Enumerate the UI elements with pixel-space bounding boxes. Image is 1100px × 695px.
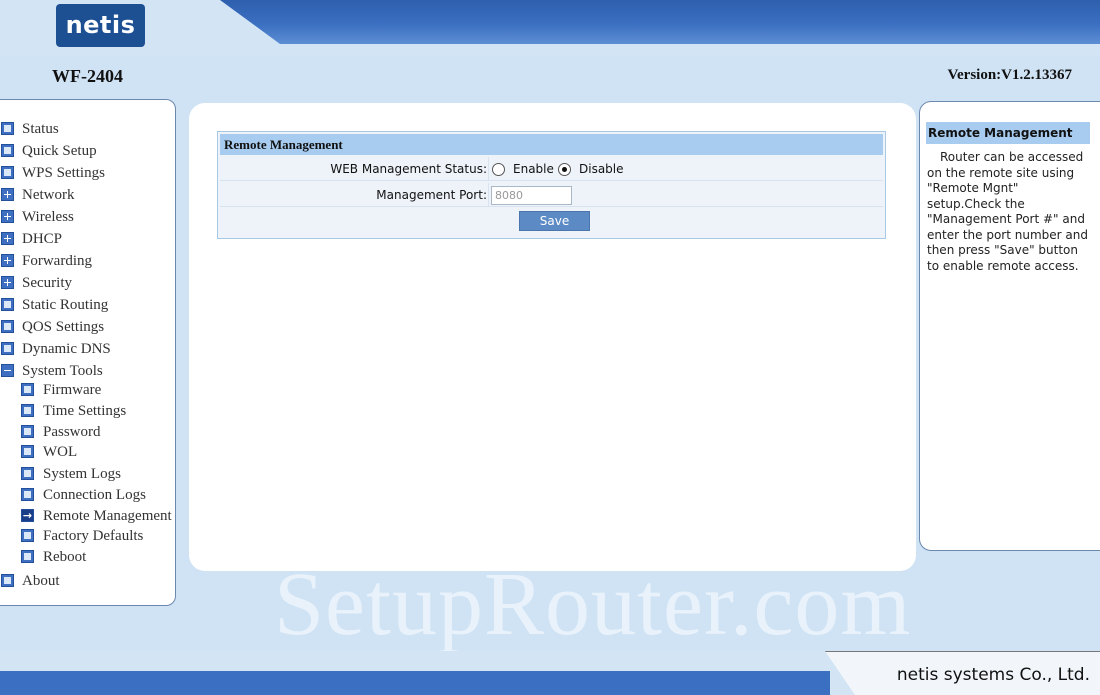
footer-bar — [0, 671, 830, 695]
sidebar-item-label: Factory Defaults — [43, 528, 144, 544]
netis-logo[interactable]: netis — [56, 4, 145, 47]
header: netis — [0, 0, 1100, 56]
web-management-status-row: WEB Management Status: Enable Disable — [220, 157, 883, 181]
sidebar-item-label: WOL — [43, 444, 78, 460]
page-icon — [21, 550, 34, 563]
page-icon — [1, 122, 14, 135]
sidebar-item-label: Wireless — [22, 209, 74, 225]
sidebar-item-label: Network — [22, 187, 75, 203]
management-port-label: Management Port: — [376, 188, 487, 202]
collapse-icon — [1, 364, 14, 377]
header-banner — [220, 0, 1100, 44]
sidebar-item-label: Status — [22, 121, 59, 137]
page-icon — [21, 404, 34, 417]
page-icon — [21, 383, 34, 396]
main-content: Remote Management WEB Management Status:… — [189, 103, 916, 571]
help-title: Remote Management — [926, 122, 1090, 144]
sidebar-item-label: System Logs — [43, 466, 121, 482]
sidebar-item-label: DHCP — [22, 231, 63, 247]
arrow-right-icon: → — [21, 509, 34, 522]
enable-radio-label[interactable]: Enable — [513, 157, 554, 181]
expand-icon — [1, 276, 14, 289]
column-divider — [488, 183, 489, 207]
page-icon — [21, 467, 34, 480]
firmware-version: Version:V1.2.13367 — [947, 67, 1072, 83]
disable-radio-label[interactable]: Disable — [579, 157, 624, 181]
model-name: WF-2404 — [52, 66, 123, 86]
expand-icon — [1, 188, 14, 201]
expand-icon — [1, 210, 14, 223]
sidebar-item-label: Time Settings — [43, 403, 127, 419]
sidebar-item-label: System Tools — [22, 363, 103, 379]
section-title: Remote Management — [220, 134, 883, 155]
sidebar-item-label: WPS Settings — [22, 165, 105, 181]
web-management-status-label: WEB Management Status: — [330, 162, 487, 176]
help-text: Router can be accessed on the remote sit… — [927, 150, 1088, 273]
management-port-row: Management Port: — [220, 183, 883, 207]
disable-radio[interactable] — [558, 163, 571, 176]
page-icon — [1, 574, 14, 587]
enable-radio[interactable] — [492, 163, 505, 176]
page-icon — [1, 144, 14, 157]
sidebar-item-label: Quick Setup — [22, 143, 97, 159]
save-row: Save — [220, 209, 883, 233]
help-panel: Remote Management Router can be accessed… — [919, 101, 1100, 551]
page-icon — [21, 488, 34, 501]
column-divider — [488, 157, 489, 181]
page-icon — [21, 529, 34, 542]
sidebar: Status Quick Setup WPS Settings Network … — [0, 99, 176, 606]
company-name: netis systems Co., Ltd. — [896, 665, 1090, 685]
watermark: SetupRouter.com — [274, 555, 912, 654]
sidebar-item-label: Remote Management — [43, 508, 172, 524]
page-icon — [21, 445, 34, 458]
sidebar-item-label: QOS Settings — [22, 319, 105, 335]
sidebar-item-label: Static Routing — [22, 297, 109, 313]
page-icon — [21, 425, 34, 438]
save-button[interactable]: Save — [519, 211, 590, 231]
page-icon — [1, 166, 14, 179]
sidebar-item-label: Password — [43, 424, 101, 440]
page-icon — [1, 320, 14, 333]
expand-icon — [1, 254, 14, 267]
sidebar-item-label: Dynamic DNS — [22, 341, 111, 357]
page-icon — [1, 342, 14, 355]
sidebar-item-label: About — [22, 573, 60, 589]
page-icon — [1, 298, 14, 311]
sidebar-item-label: Forwarding — [22, 253, 92, 269]
sidebar-item-label: Connection Logs — [43, 487, 146, 503]
sidebar-item-label: Security — [22, 275, 72, 291]
management-port-input[interactable] — [491, 186, 572, 205]
sidebar-item-label: Reboot — [43, 549, 87, 565]
expand-icon — [1, 232, 14, 245]
remote-management-form: Remote Management WEB Management Status:… — [217, 131, 886, 239]
sidebar-item-label: Firmware — [43, 382, 102, 398]
